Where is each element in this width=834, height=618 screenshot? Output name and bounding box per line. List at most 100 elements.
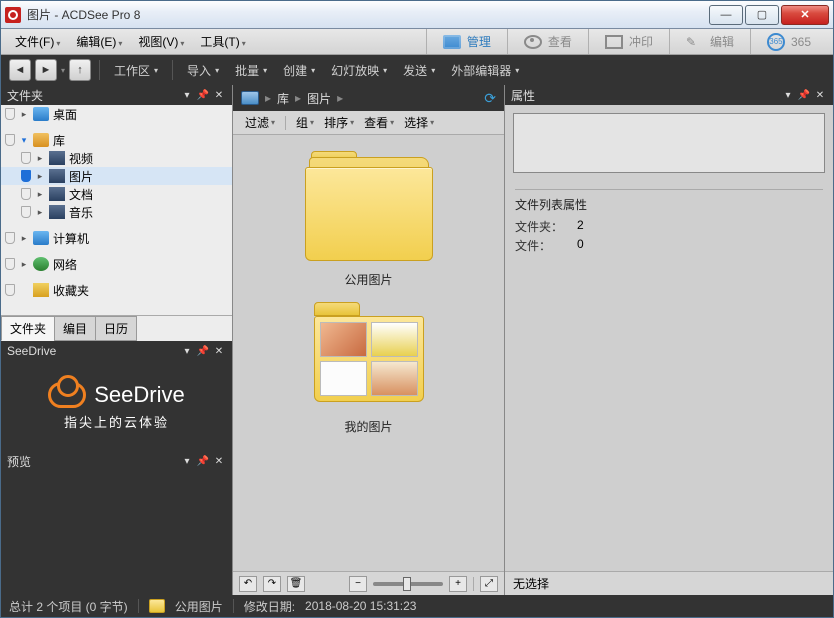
- nav-forward-button[interactable]: ►: [35, 59, 57, 81]
- close-button[interactable]: ✕: [781, 5, 829, 25]
- mode-365[interactable]: 365365: [750, 29, 827, 54]
- panel-pin-button[interactable]: 📌: [196, 456, 210, 467]
- zoom-slider[interactable]: [373, 582, 443, 586]
- mode-develop[interactable]: 冲印: [588, 29, 669, 54]
- breadcrumb-lib[interactable]: 库: [277, 90, 289, 107]
- breadcrumb-pic[interactable]: 图片: [307, 90, 331, 107]
- panel-menu-button[interactable]: ▾: [180, 90, 194, 101]
- titlebar: 图片 - ACDSee Pro 8 — ▢ ✕: [1, 1, 833, 29]
- cloud-icon: [48, 382, 86, 408]
- tb-create[interactable]: 创建▾: [277, 59, 321, 82]
- tree-pictures[interactable]: ▸图片: [1, 167, 232, 185]
- panel-pin-button[interactable]: 📌: [797, 90, 811, 101]
- group-menu[interactable]: 组▾: [292, 112, 318, 133]
- center-column: ▸ 库 ▸ 图片 ▸ ⟳ 过滤▾ 组▾ 排序▾ 查看▾ 选择▾: [233, 85, 505, 595]
- app-window: 图片 - ACDSee Pro 8 — ▢ ✕ 文件(F)▾ 编辑(E)▾ 视图…: [0, 0, 834, 618]
- tb-workspace[interactable]: 工作区▾: [108, 59, 164, 82]
- documents-icon: [49, 187, 65, 201]
- tb-batch[interactable]: 批量▾: [229, 59, 273, 82]
- props-row-files: 文件：0: [515, 236, 823, 255]
- seedrive-brand: SeeDrive: [94, 382, 184, 408]
- left-tab-calendar[interactable]: 日历: [95, 316, 137, 341]
- panel-close-button[interactable]: ✕: [212, 90, 226, 101]
- folders-panel-header: 文件夹 ▾ 📌 ✕: [1, 85, 232, 105]
- mode-edit[interactable]: ✎编辑: [669, 29, 750, 54]
- menu-edit[interactable]: 编辑(E)▾: [68, 30, 130, 53]
- tb-slideshow[interactable]: 幻灯放映▾: [325, 59, 393, 82]
- expand-button[interactable]: ⤢: [480, 576, 498, 592]
- folder-icon: [308, 300, 430, 408]
- thumbs-area[interactable]: 公用图片 我的图片: [233, 135, 504, 571]
- status-folder-name: 公用图片: [175, 598, 223, 615]
- zoom-in-button[interactable]: +: [449, 576, 467, 592]
- folder-tree[interactable]: ▸桌面 ▾库 ▸视频 ▸图片 ▸文档 ▸音乐 ▸计算机 ▸网络 收藏夹: [1, 105, 232, 315]
- status-date-label: 修改日期:: [244, 598, 295, 615]
- window-title: 图片 - ACDSee Pro 8: [27, 6, 707, 23]
- status-date-value: 2018-08-20 15:31:23: [305, 599, 416, 613]
- seedrive-panel-title: SeeDrive: [7, 344, 56, 358]
- desktop-icon: [33, 107, 49, 121]
- tree-desktop[interactable]: ▸桌面: [1, 105, 232, 123]
- n365-icon: 365: [767, 33, 785, 51]
- filter-menu[interactable]: 过滤▾: [241, 112, 279, 133]
- status-total: 总计 2 个项目 (0 字节): [9, 598, 128, 615]
- folders-panel-title: 文件夹: [7, 87, 43, 104]
- menu-view[interactable]: 视图(V)▾: [130, 30, 192, 53]
- rotate-left-button[interactable]: ↶: [239, 576, 257, 592]
- left-tab-folders[interactable]: 文件夹: [1, 316, 55, 341]
- left-tab-catalog[interactable]: 编目: [54, 316, 96, 341]
- panel-menu-button[interactable]: ▾: [781, 90, 795, 101]
- panel-close-button[interactable]: ✕: [813, 90, 827, 101]
- minimize-button[interactable]: —: [709, 5, 743, 25]
- nav-up-button[interactable]: ↑: [69, 59, 91, 81]
- preview-panel-title: 预览: [7, 453, 31, 470]
- favorites-icon: [33, 283, 49, 297]
- panel-menu-button[interactable]: ▾: [180, 346, 194, 357]
- menu-tools[interactable]: 工具(T)▾: [192, 30, 253, 53]
- panel-close-button[interactable]: ✕: [212, 346, 226, 357]
- tree-documents[interactable]: ▸文档: [1, 185, 232, 203]
- panel-menu-button[interactable]: ▾: [180, 456, 194, 467]
- app-icon: [5, 7, 21, 23]
- breadcrumb-root-icon[interactable]: [241, 91, 259, 105]
- tree-favorites[interactable]: 收藏夹: [1, 281, 232, 299]
- tree-video[interactable]: ▸视频: [1, 149, 232, 167]
- menubar: 文件(F)▾ 编辑(E)▾ 视图(V)▾ 工具(T)▾ 管理 查看 冲印 ✎编辑…: [1, 29, 833, 55]
- mode-view[interactable]: 查看: [507, 29, 588, 54]
- left-column: 文件夹 ▾ 📌 ✕ ▸桌面 ▾库 ▸视频 ▸图片 ▸文档 ▸音乐 ▸计算机 ▸网…: [1, 85, 233, 595]
- panel-close-button[interactable]: ✕: [212, 456, 226, 467]
- music-icon: [49, 205, 65, 219]
- main-area: 文件夹 ▾ 📌 ✕ ▸桌面 ▾库 ▸视频 ▸图片 ▸文档 ▸音乐 ▸计算机 ▸网…: [1, 85, 833, 595]
- eye-icon: [524, 35, 542, 49]
- thumb-label: 公用图片: [344, 271, 392, 288]
- thumb-label: 我的图片: [344, 418, 392, 435]
- panel-pin-button[interactable]: 📌: [196, 346, 210, 357]
- edit-icon: ✎: [686, 35, 704, 49]
- tree-library[interactable]: ▾库: [1, 131, 232, 149]
- maximize-button[interactable]: ▢: [745, 5, 779, 25]
- develop-icon: [605, 35, 623, 49]
- select-menu[interactable]: 选择▾: [400, 112, 438, 133]
- network-icon: [33, 257, 49, 271]
- tb-import[interactable]: 导入▾: [181, 59, 225, 82]
- zoom-out-button[interactable]: −: [349, 576, 367, 592]
- manage-icon: [443, 35, 461, 49]
- tree-computer[interactable]: ▸计算机: [1, 229, 232, 247]
- tree-music[interactable]: ▸音乐: [1, 203, 232, 221]
- mode-manage[interactable]: 管理: [426, 29, 507, 54]
- properties-panel-header: 属性 ▾ 📌 ✕: [505, 85, 833, 105]
- tree-network[interactable]: ▸网络: [1, 255, 232, 273]
- thumb-public-pictures[interactable]: 公用图片: [305, 149, 433, 288]
- nav-back-button[interactable]: ◄: [9, 59, 31, 81]
- menu-file[interactable]: 文件(F)▾: [7, 30, 68, 53]
- no-selection-label: 无选择: [505, 571, 833, 595]
- view-menu[interactable]: 查看▾: [360, 112, 398, 133]
- refresh-button[interactable]: ⟳: [484, 90, 496, 107]
- panel-pin-button[interactable]: 📌: [196, 90, 210, 101]
- rotate-right-button[interactable]: ↷: [263, 576, 281, 592]
- tb-send[interactable]: 发送▾: [397, 59, 441, 82]
- thumb-my-pictures[interactable]: 我的图片: [308, 300, 430, 435]
- tb-external-editor[interactable]: 外部编辑器▾: [445, 59, 525, 82]
- delete-button[interactable]: 🗑: [287, 576, 305, 592]
- sort-menu[interactable]: 排序▾: [320, 112, 358, 133]
